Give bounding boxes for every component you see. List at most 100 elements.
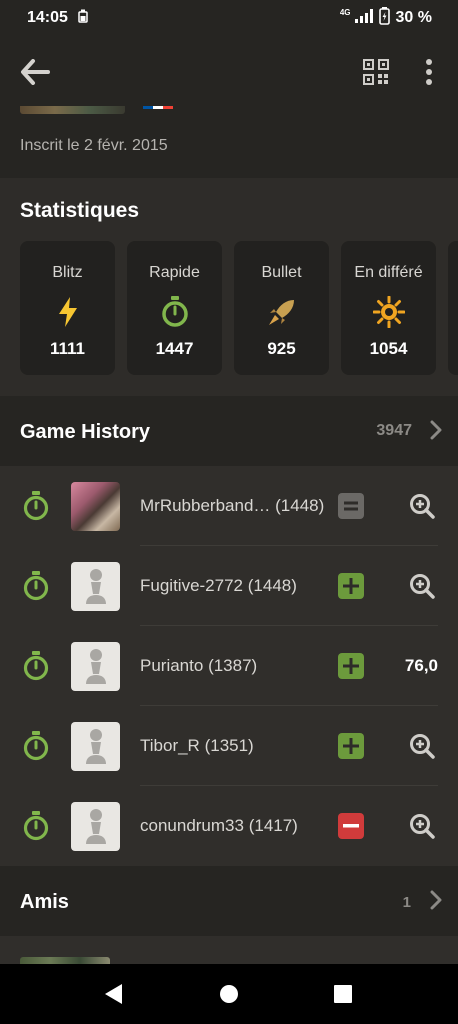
friends-title: Amis [20, 891, 69, 913]
stat-card-blitz[interactable]: Blitz 1111 [20, 241, 115, 375]
stat-value: 1111 [49, 339, 85, 358]
opponent-name: Fugitive-2772 (1448) [140, 576, 335, 596]
back-button[interactable] [16, 53, 54, 91]
stat-card-overflow[interactable] [448, 241, 458, 375]
plus-icon [343, 738, 359, 754]
opponent-username: conundrum33 [140, 816, 244, 835]
joined-date: Inscrit le 2 févr. 2015 [20, 137, 168, 154]
nav-back-button[interactable] [101, 982, 125, 1006]
minus-icon [343, 824, 359, 828]
equals-icon [344, 501, 358, 511]
game-history-title: Game History [20, 421, 151, 443]
friends-header[interactable]: Amis 1 [0, 866, 458, 936]
result-win-badge [338, 733, 364, 759]
opponent-rating: (1387) [208, 656, 258, 675]
friend-avatar-image[interactable] [20, 957, 110, 964]
opponent-rating: (1417) [248, 816, 298, 835]
opponent-avatar [71, 482, 120, 531]
flag-stripe [143, 106, 153, 109]
opponent-name: MrRubberband… (1448) [140, 496, 335, 516]
qr-code-button[interactable] [358, 54, 394, 90]
opponent-username: Fugitive-2772 [140, 576, 244, 595]
nav-home-button[interactable] [217, 982, 241, 1006]
pawn-icon [85, 808, 106, 844]
opponent-avatar [71, 722, 120, 771]
game-history-list: MrRubberband… (1448) Fugitive-2772 (1448… [0, 466, 458, 866]
stopwatch-icon [23, 491, 49, 521]
analysis-button[interactable] [407, 811, 437, 841]
sun-icon [341, 293, 436, 331]
square-recents-icon [334, 985, 352, 1003]
opponent-rating: (1351) [204, 736, 254, 755]
more-vert-icon [426, 59, 432, 85]
stat-label: Blitz [52, 264, 83, 281]
profile-banner-image [20, 106, 125, 114]
opponent-avatar [71, 562, 120, 611]
statistics-title: Statistiques [20, 199, 140, 222]
magnifier-plus-icon [410, 574, 435, 599]
stopwatch-icon [127, 293, 222, 331]
game-row[interactable]: conundrum33 (1417) [0, 786, 458, 866]
opponent-username: Tibor_R [140, 736, 200, 755]
stat-label: Bullet [261, 264, 302, 281]
game-row[interactable]: Tibor_R (1351) [0, 706, 458, 786]
stopwatch-icon [23, 651, 49, 681]
stopwatch-icon [23, 811, 49, 841]
battery-percent: 30 % [395, 9, 432, 26]
opponent-username: MrRubberband… [140, 496, 271, 515]
flag-stripe [153, 106, 163, 109]
game-row[interactable]: MrRubberband… (1448) [0, 466, 458, 546]
stat-value: 1447 [155, 339, 194, 358]
signal-icon [354, 8, 373, 28]
game-row[interactable]: Purianto (1387) 76,0 [0, 626, 458, 706]
stat-value: 925 [267, 339, 296, 358]
opponent-rating: (1448) [247, 576, 297, 595]
accuracy-value: 76,0 [404, 656, 438, 675]
stopwatch-icon [23, 731, 49, 761]
more-options-button[interactable] [414, 54, 444, 90]
status-bar: 14:05 4G 30 % [0, 0, 458, 36]
notification-icon [78, 9, 88, 28]
magnifier-plus-icon [410, 494, 435, 519]
stat-value: 1054 [369, 339, 408, 358]
game-history-count: 3947 [376, 422, 412, 439]
profile-header: Inscrit le 2 févr. 2015 [0, 106, 458, 178]
qr-code-icon [363, 59, 389, 85]
plus-icon [343, 658, 359, 674]
triangle-back-icon [105, 984, 122, 1004]
result-loss-badge [338, 813, 364, 839]
pawn-icon [85, 568, 106, 604]
opponent-name: Tibor_R (1351) [140, 736, 335, 756]
back-arrow-icon [21, 59, 50, 85]
circle-home-icon [220, 985, 238, 1003]
nav-recents-button[interactable] [331, 982, 355, 1006]
system-navigation-bar [0, 964, 458, 1024]
result-draw-badge [338, 493, 364, 519]
pawn-icon [85, 728, 106, 764]
stat-label: Rapide [149, 264, 200, 281]
country-flag [143, 106, 173, 109]
battery-icon [378, 6, 390, 30]
opponent-username: Purianto [140, 656, 204, 675]
status-left: 14:05 [27, 9, 88, 28]
analysis-button[interactable] [407, 571, 437, 601]
game-history-header[interactable]: Game History 3947 [0, 396, 458, 466]
friends-list-peek [0, 936, 458, 964]
result-win-badge [338, 653, 364, 679]
analysis-button[interactable] [407, 491, 437, 521]
analysis-button[interactable] [407, 731, 437, 761]
magnifier-plus-icon [410, 814, 435, 839]
game-row[interactable]: Fugitive-2772 (1448) [0, 546, 458, 626]
bullet-rocket-icon [234, 293, 329, 331]
magnifier-plus-icon [410, 734, 435, 759]
stat-card-rapid[interactable]: Rapide 1447 [127, 241, 222, 375]
network-type: 4G [339, 7, 351, 17]
stat-card-daily[interactable]: En différé 1054 [341, 241, 436, 375]
stat-card-bullet[interactable]: Bullet 925 [234, 241, 329, 375]
lightning-icon [20, 293, 115, 331]
friends-count: 1 [402, 894, 411, 911]
statistics-section: Statistiques Blitz 1111 Rapide 1447 Bull… [0, 178, 458, 396]
status-time: 14:05 [27, 9, 68, 26]
result-win-badge [338, 573, 364, 599]
status-right: 4G 30 % [339, 6, 432, 30]
